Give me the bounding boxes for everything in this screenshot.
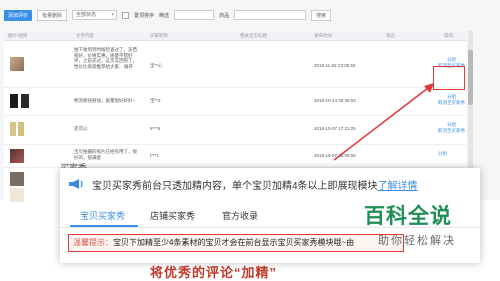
unfeature-link[interactable]: 取消至买家秀 xyxy=(438,128,465,134)
header-actions: 操作 xyxy=(444,33,453,38)
toolbar: 添加评价 批量删除 全部状态 置顶排序 精选 商品 搜索 xyxy=(4,9,332,21)
search-button[interactable]: 搜索 xyxy=(311,9,332,21)
row-actions: 分组 取消至买家秀 xyxy=(438,94,465,106)
notice-text: 宝贝买家秀前台只透加精内容，单个宝贝加精4条以上即展现模块 xyxy=(92,180,378,192)
featured-label: 精选 xyxy=(159,12,170,19)
header-media: 图片/视频 xyxy=(8,33,28,38)
tab-official-collection[interactable]: 官方收录 xyxy=(222,209,258,222)
buyer-nick: 宝**心 xyxy=(150,63,163,68)
review-image[interactable] xyxy=(10,188,24,202)
notice-bar: 宝贝买家秀前台只透加精内容，单个宝贝加精4条以上即展现模块 了解详情 xyxy=(60,175,480,193)
buyer-nick: t***1 xyxy=(150,153,160,158)
status-filter-select[interactable]: 全部状态 xyxy=(72,10,118,20)
header-status: 状态 xyxy=(386,33,395,38)
header-item-title: 相关宝贝标题 xyxy=(240,33,267,38)
learn-more-link[interactable]: 了解详情 xyxy=(378,177,418,192)
unfeature-link[interactable]: 取消至买家秀 xyxy=(438,100,465,106)
review-text: 宝贝拍摄的照片已经有用了，很好的，很满意 xyxy=(74,149,137,160)
review-date: 2018-11-02 23:06:53 xyxy=(314,63,356,68)
warm-tip: 温馨提示：宝贝下加精至少4条素材的宝贝才会在前台显示宝贝买家秀模块哦~由 xyxy=(68,234,404,252)
review-text: 拍下收到到时候检查过了，东西很好，价格实惠，质量不错好评，之前买过，这次又回购了… xyxy=(74,47,137,69)
pin-checkbox[interactable] xyxy=(122,11,130,19)
caption: 将优秀的评论“加精” xyxy=(150,265,278,280)
pin-checkbox-label: 置顶排序 xyxy=(134,12,155,19)
buyer-nick: 5***5 xyxy=(150,126,161,131)
header-text: 文字内容 xyxy=(76,33,94,38)
batch-delete-button[interactable]: 批量删除 xyxy=(37,9,68,21)
product-label: 商品 xyxy=(219,12,230,19)
tip-body: 宝贝下加精至少4条素材的宝贝才会在前台显示宝贝买家秀模块哦~由 xyxy=(113,238,355,247)
scrollbar-thumb[interactable] xyxy=(468,50,473,105)
featured-input[interactable] xyxy=(174,10,215,20)
active-tab-indicator xyxy=(70,225,138,227)
review-image[interactable] xyxy=(10,94,18,108)
review-text: 还可以 xyxy=(74,126,88,131)
review-image[interactable] xyxy=(18,122,24,136)
review-image[interactable] xyxy=(10,149,24,163)
review-image[interactable] xyxy=(21,94,29,108)
tab-shop-buyer-show[interactable]: 店铺买家秀 xyxy=(150,209,195,222)
review-image[interactable] xyxy=(10,57,24,71)
add-review-button[interactable]: 添加评价 xyxy=(4,9,33,21)
watermark-logo: 百科全说 助你轻松解决 xyxy=(360,200,490,260)
tip-prefix: 温馨提示： xyxy=(73,238,113,247)
megaphone-icon xyxy=(69,179,83,189)
header-buyer: 买家昵称 xyxy=(150,33,168,38)
review-text: 物流很快很快，质量很好好好~ xyxy=(74,98,136,103)
tab-item-buyer-show[interactable]: 宝贝买家秀 xyxy=(80,209,125,222)
arrow-icon xyxy=(333,83,434,161)
table-header: 图片/视频 文字内容 买家昵称 相关宝贝标题 发布时间 状态 操作 xyxy=(4,31,466,40)
watermark-title: 百科全说 xyxy=(364,205,452,228)
row-actions: 分组 取消至买家秀 xyxy=(438,122,465,134)
review-image[interactable] xyxy=(10,122,16,136)
product-search-input[interactable] xyxy=(234,10,307,20)
buyer-nick: 宝**2 xyxy=(150,98,161,103)
watermark-subtitle: 助你轻松解决 xyxy=(378,235,456,247)
header-date: 发布时间 xyxy=(314,33,332,38)
review-image[interactable] xyxy=(10,172,24,186)
